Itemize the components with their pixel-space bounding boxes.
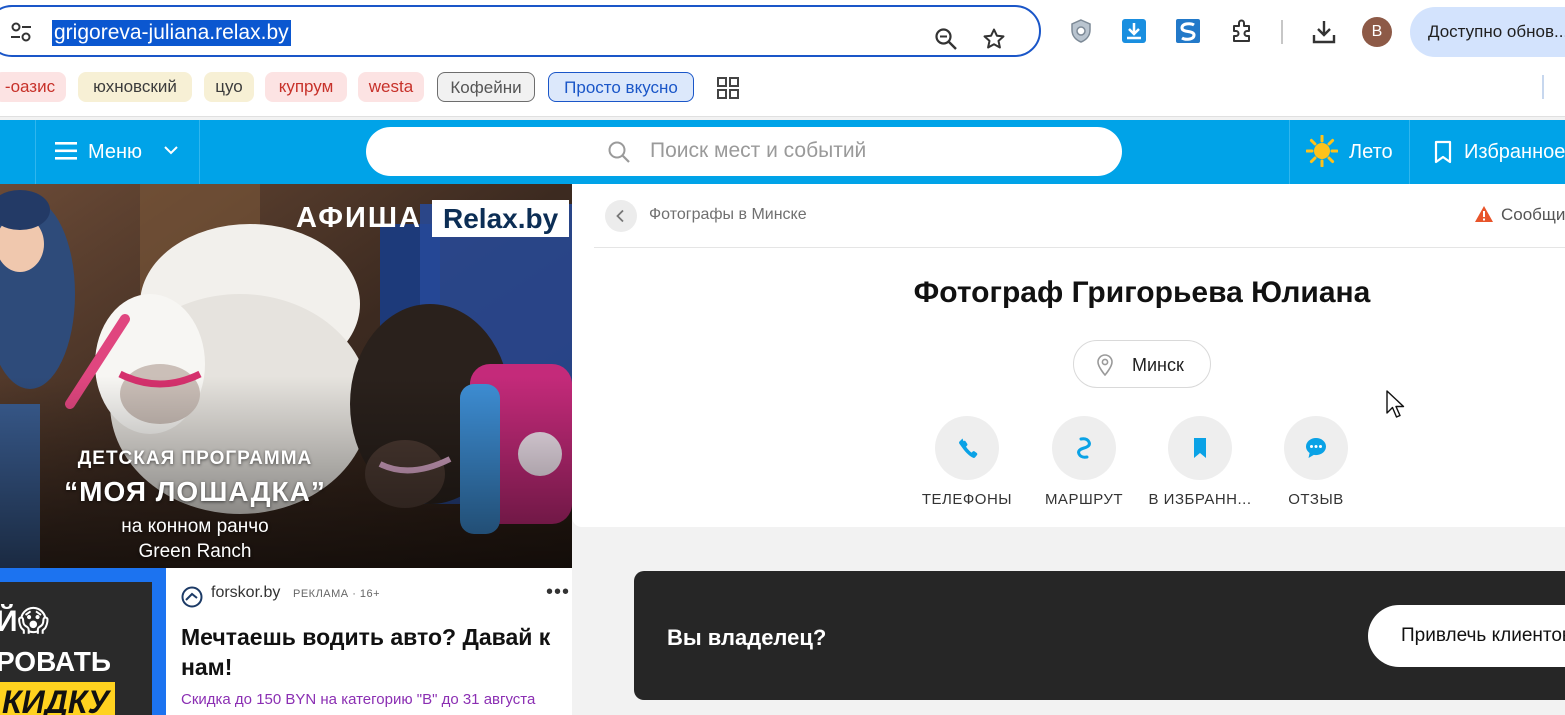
favorites-label: Избранное <box>1464 141 1565 163</box>
card-divider <box>594 247 1565 248</box>
ad-image[interactable]: Й😱 РОВАТЬ КИДКУ <box>0 568 166 715</box>
route-icon <box>1077 437 1091 459</box>
extensions-puzzle-icon[interactable] <box>1230 18 1256 44</box>
menu-label: Меню <box>88 141 143 163</box>
season-button[interactable]: Лето <box>1290 120 1410 184</box>
report-label: Сообщи <box>1501 205 1565 224</box>
zoom-out-icon[interactable] <box>934 27 958 51</box>
toolbar-divider <box>1281 20 1283 44</box>
page-title: Фотограф Григорьева Юлиана <box>913 276 1371 309</box>
bookmark-tsuo[interactable]: цуо <box>204 72 254 102</box>
back-button[interactable] <box>605 200 637 232</box>
bookmarks-divider <box>1542 75 1544 99</box>
ad-source[interactable]: forskor.by <box>211 584 280 602</box>
hamburger-icon <box>55 142 77 160</box>
owner-block: Вы владелец? Привлечь клиентов <box>634 571 1565 700</box>
phones-action[interactable]: ТЕЛЕФОНЫ <box>902 416 1032 516</box>
chat-bubble-icon <box>1306 438 1326 458</box>
bookmark-star-icon[interactable] <box>982 27 1006 51</box>
chevron-down-icon <box>164 146 178 155</box>
promo-line-2: “МОЯ ЛОШАДКА” <box>64 476 326 507</box>
s-extension-icon[interactable] <box>1175 18 1201 44</box>
ad-image-text-mid: РОВАТЬ <box>0 646 111 677</box>
city-chip[interactable]: Минск <box>1073 340 1211 388</box>
mouse-cursor-icon <box>1386 390 1405 418</box>
bookmarks-bar: -оазис юхновский цуо купрум westa Кофейн… <box>0 65 1565 117</box>
search-icon <box>608 141 630 163</box>
favorites-button[interactable]: Избранное <box>1410 120 1565 184</box>
ad-title[interactable]: Мечтаешь водить авто? Давай к нам! <box>181 622 561 682</box>
url-text[interactable]: grigoreva-juliana.relax.by <box>52 20 291 46</box>
add-to-favorites-action[interactable]: В ИЗБРАНН... <box>1135 416 1265 516</box>
review-action[interactable]: ОТЗЫВ <box>1251 416 1381 516</box>
warning-icon <box>1475 206 1493 222</box>
update-available-button[interactable]: Доступно обнов... <box>1410 7 1565 57</box>
site-info-icon[interactable] <box>10 22 32 42</box>
brand-afisha: АФИША <box>296 202 422 234</box>
city-label: Минск <box>1132 355 1184 375</box>
company-card: Фотографы в Минске Сообщи Фотограф Григо… <box>572 184 1565 527</box>
report-error-link[interactable]: Сообщи <box>1474 205 1565 225</box>
shield-extension-icon[interactable] <box>1068 18 1094 44</box>
site-search-box[interactable] <box>366 127 1122 176</box>
bookmark-westa[interactable]: westa <box>358 72 424 102</box>
ad-block[interactable]: Й😱 РОВАТЬ КИДКУ forskor.by РЕКЛАМА · 16+… <box>0 568 572 715</box>
steering-wheel-icon <box>181 586 203 608</box>
downloads-icon[interactable] <box>1310 18 1338 46</box>
bookmark-yukhnovsky[interactable]: юхновский <box>78 72 192 102</box>
profile-avatar[interactable]: B <box>1362 17 1392 47</box>
more-options-icon[interactable]: ••• <box>546 582 570 602</box>
ad-description[interactable]: Скидка до 150 BYN на категорию "В" до 31… <box>181 691 535 708</box>
bookmark-oasis[interactable]: -оазис <box>0 72 66 102</box>
route-action-circle[interactable] <box>1052 416 1116 480</box>
location-pin-icon <box>1097 354 1113 376</box>
favorites-action-label: В ИЗБРАНН... <box>1148 491 1252 508</box>
phones-action-circle[interactable] <box>935 416 999 480</box>
bookmark-folder-coffee[interactable]: Кофейни <box>437 72 535 102</box>
ad-image-frame: Й😱 РОВАТЬ КИДКУ <box>0 582 152 715</box>
header-divider <box>199 120 200 184</box>
attract-clients-button[interactable]: Привлечь клиентов <box>1368 605 1565 667</box>
browser-window: grigoreva-juliana.relax.by B Доступно об… <box>0 0 1565 715</box>
season-label: Лето <box>1349 141 1393 163</box>
route-label: МАРШРУТ <box>1044 491 1124 508</box>
sun-icon <box>1306 135 1338 167</box>
chevron-left-icon <box>616 209 624 223</box>
review-action-circle[interactable] <box>1284 416 1348 480</box>
phone-icon <box>959 438 978 458</box>
phones-label: ТЕЛЕФОНЫ <box>921 491 1013 508</box>
promo-photo <box>0 184 572 568</box>
promo-banner[interactable]: АФИША Relax.by ДЕТСКАЯ ПРОГРАММА “МОЯ ЛО… <box>0 184 572 568</box>
menu-button[interactable]: Меню <box>36 120 200 184</box>
breadcrumb[interactable]: Фотографы в Минске <box>649 206 807 224</box>
route-action[interactable]: МАРШРУТ <box>1019 416 1149 516</box>
address-bar[interactable]: grigoreva-juliana.relax.by <box>0 5 1041 57</box>
download-manager-extension-icon[interactable] <box>1121 18 1147 44</box>
bookmark-outline-icon <box>1434 140 1452 164</box>
brand-relax: Relax.by <box>432 200 570 237</box>
favorites-action-circle[interactable] <box>1168 416 1232 480</box>
ad-image-text-bottom: КИДКУ <box>0 682 116 715</box>
promo-line-3: на конном ранчо <box>121 516 269 537</box>
bookmark-folder-tasty[interactable]: Просто вкусно <box>548 72 694 102</box>
review-label: ОТЗЫВ <box>1288 491 1344 508</box>
owner-title: Вы владелец? <box>667 625 827 650</box>
browser-toolbar: grigoreva-juliana.relax.by B Доступно об… <box>0 0 1565 65</box>
bookmark-kuprum[interactable]: купрум <box>265 72 347 102</box>
search-input[interactable] <box>650 135 1090 167</box>
ad-label: РЕКЛАМА · 16+ <box>293 588 381 600</box>
bookmark-icon <box>1194 438 1206 458</box>
promo-line-4: Green Ranch <box>138 541 252 562</box>
promo-line-1: ДЕТСКАЯ ПРОГРАММА <box>77 448 313 469</box>
site-header: Меню Лето <box>0 120 1565 184</box>
apps-grid-icon[interactable] <box>717 77 739 99</box>
ad-image-text-top: Й😱 <box>0 605 49 638</box>
